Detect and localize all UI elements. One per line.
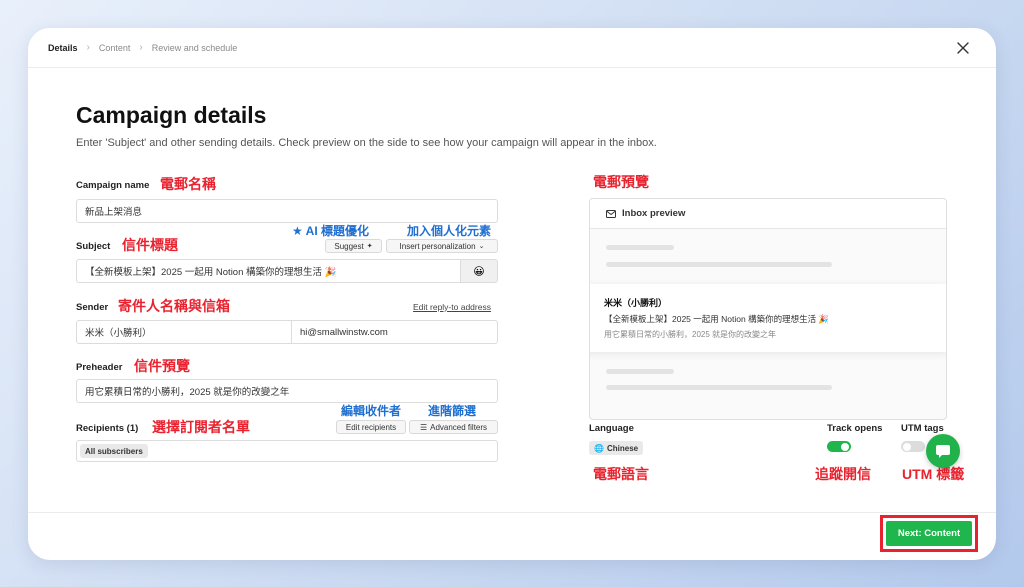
utm-tags-toggle[interactable] bbox=[901, 441, 925, 452]
toggle-knob bbox=[841, 442, 849, 451]
annotation-language: 電郵語言 bbox=[593, 466, 649, 482]
preview-sender: 米米（小勝利） bbox=[604, 298, 668, 308]
sparkle-icon: ✦ bbox=[366, 243, 373, 250]
preview-mail-card: 米米（小勝利） 【全新模板上架】2025 一起用 Notion 構築你的理想生活… bbox=[590, 284, 946, 352]
language-value: Chinese bbox=[606, 443, 639, 453]
preheader-input[interactable]: 用它累積日常的小勝利，2025 就是你的改變之年 bbox=[76, 379, 498, 403]
campaign-window: Details › Content › Review and schedule … bbox=[28, 28, 996, 560]
inbox-preview: Inbox preview 米米（小勝利） 【全新模板上架】2025 一起用 N… bbox=[589, 198, 947, 420]
chevron-right-icon: › bbox=[86, 42, 90, 53]
language-label: Language bbox=[589, 423, 634, 434]
annotation-preview: 電郵預覽 bbox=[593, 174, 649, 190]
preview-subject: 【全新模板上架】2025 一起用 Notion 構築你的理想生活 🎉 bbox=[604, 314, 830, 324]
emoji-picker-button[interactable]: 😀 bbox=[460, 259, 498, 283]
subject-label: Subject bbox=[76, 241, 111, 252]
footer-bar bbox=[28, 512, 996, 560]
annotation-utm: UTM 標籤 bbox=[902, 466, 965, 482]
track-opens-toggle[interactable] bbox=[827, 441, 851, 452]
annotation-subject: 信件標題 bbox=[122, 237, 178, 253]
annotation-sender: 寄件人名稱與信箱 bbox=[118, 298, 230, 314]
inbox-preview-header: Inbox preview bbox=[590, 199, 946, 229]
filter-icon: ☰ bbox=[419, 422, 428, 432]
mail-icon bbox=[606, 209, 616, 218]
skeleton-line bbox=[606, 385, 832, 390]
close-icon bbox=[957, 42, 969, 54]
breadcrumb-review[interactable]: Review and schedule bbox=[152, 43, 238, 53]
next-content-button[interactable]: Next: Content bbox=[886, 521, 972, 546]
annotation-preheader: 信件預覽 bbox=[134, 358, 190, 374]
page-title: Campaign details bbox=[76, 102, 267, 128]
page-subtitle: Enter 'Subject' and other sending detail… bbox=[76, 137, 657, 149]
campaign-name-label: Campaign name bbox=[76, 180, 150, 191]
suggest-button[interactable]: Suggest ✦ bbox=[325, 239, 382, 253]
skeleton-line bbox=[606, 245, 674, 250]
recipients-field[interactable]: All subscribers bbox=[76, 440, 498, 462]
breadcrumb: Details › Content › Review and schedule bbox=[28, 28, 996, 68]
chat-icon bbox=[936, 445, 950, 458]
annotation-personalization: 加入個人化元素 bbox=[407, 224, 492, 238]
preheader-label: Preheader bbox=[76, 362, 123, 373]
toggle-knob bbox=[903, 442, 911, 451]
breadcrumb-details[interactable]: Details bbox=[48, 43, 78, 53]
smiley-icon: 😀 bbox=[473, 265, 485, 278]
chevron-right-icon: › bbox=[139, 42, 143, 53]
recipients-label: Recipients (1) bbox=[76, 423, 139, 434]
preview-preheader: 用它累積日常的小勝利，2025 就是你的改變之年 bbox=[604, 330, 777, 339]
edit-reply-to-link[interactable]: Edit reply-to address bbox=[413, 302, 491, 312]
annotation-advanced-filter: 進階篩選 bbox=[428, 404, 477, 418]
chat-support-button[interactable] bbox=[926, 434, 960, 468]
sender-name-input[interactable]: 米米（小勝利） bbox=[76, 320, 292, 344]
utm-tags-label: UTM tags bbox=[901, 423, 944, 434]
advanced-filters-label: Advanced filters bbox=[430, 422, 488, 432]
subject-input[interactable]: 【全新模板上架】2025 一起用 Notion 構築你的理想生活 🎉 bbox=[76, 259, 460, 283]
annotation-track-opens: 追蹤開信 bbox=[815, 466, 871, 482]
edit-recipients-button[interactable]: Edit recipients bbox=[336, 420, 406, 434]
recipient-chip[interactable]: All subscribers bbox=[80, 444, 148, 458]
annotation-recipients: 選擇訂閱者名單 bbox=[152, 419, 250, 435]
annotation-edit-recipients: 編輯收件者 bbox=[341, 404, 402, 418]
globe-icon: 🌐 bbox=[594, 443, 604, 453]
skeleton-line bbox=[606, 262, 832, 267]
close-button[interactable] bbox=[954, 39, 972, 57]
annotation-ai-subject: ★ AI 標題優化 bbox=[292, 224, 369, 238]
insert-personalization-button[interactable]: Insert personalization ⌄ bbox=[386, 239, 498, 253]
campaign-name-input[interactable]: 新品上架消息 bbox=[76, 199, 498, 223]
skeleton-line bbox=[606, 369, 674, 374]
annotation-campaign-name: 電郵名稱 bbox=[160, 176, 216, 192]
sender-email-input[interactable]: hi@smallwinstw.com bbox=[291, 320, 498, 344]
breadcrumb-content[interactable]: Content bbox=[99, 43, 131, 53]
track-opens-label: Track opens bbox=[827, 423, 883, 434]
personalization-label: Insert personalization bbox=[399, 241, 476, 251]
sender-label: Sender bbox=[76, 302, 109, 313]
language-chip[interactable]: 🌐 Chinese bbox=[589, 441, 644, 455]
suggest-label: Suggest bbox=[334, 241, 364, 251]
chevron-down-icon: ⌄ bbox=[478, 243, 485, 250]
inbox-preview-title: Inbox preview bbox=[622, 208, 686, 219]
advanced-filters-button[interactable]: ☰ Advanced filters bbox=[409, 420, 498, 434]
